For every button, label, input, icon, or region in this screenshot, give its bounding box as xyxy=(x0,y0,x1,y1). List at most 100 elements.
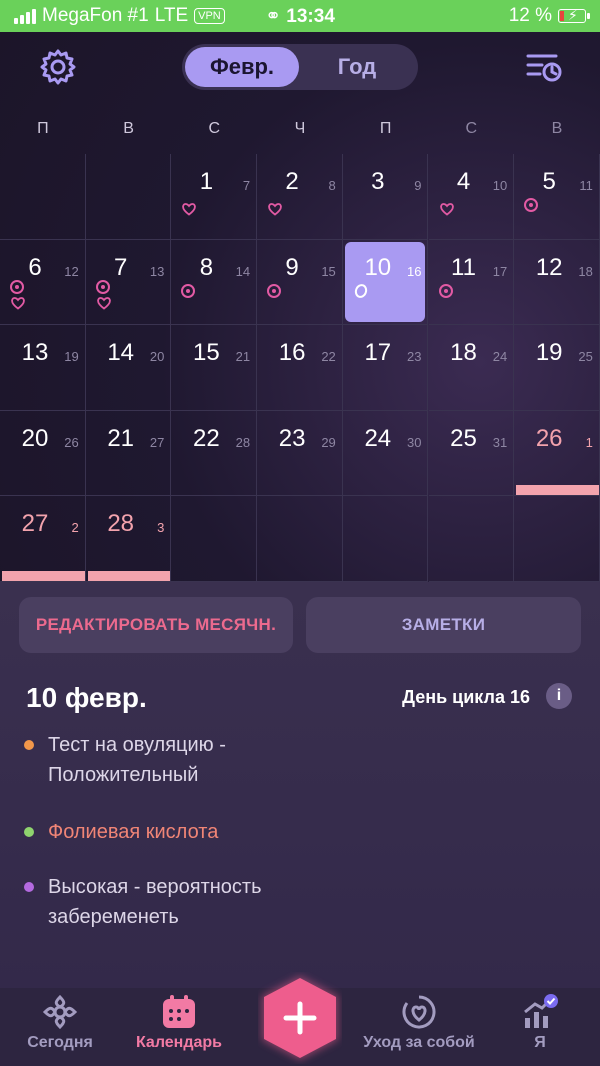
day-cell-12[interactable]: 12 18 xyxy=(514,239,600,326)
day-cell-28[interactable]: 28 3 xyxy=(85,496,172,582)
cycle-day-number: 18 xyxy=(578,263,593,279)
settings-gear-icon[interactable] xyxy=(38,47,78,87)
day-cell-4[interactable]: 4 10 xyxy=(428,154,515,240)
day-cell-15[interactable]: 15 21 xyxy=(171,325,258,411)
cycle-day-number: 23 xyxy=(407,349,422,365)
note-text: Высокая - вероятность забеременеть xyxy=(48,876,262,928)
status-bar: MegaFon #1 LTE VPN ⚭ 13:34 12 % ⚡ xyxy=(0,0,600,32)
ovulation-icon xyxy=(267,283,282,298)
weekday-tue: В xyxy=(123,120,134,137)
cycle-day-number: 10 xyxy=(492,178,508,193)
empty-cell xyxy=(0,154,86,240)
day-number: 4 xyxy=(456,168,471,195)
day-cell-18[interactable]: 18 24 xyxy=(428,325,515,411)
history-list-icon[interactable] xyxy=(526,50,562,84)
day-cell-19[interactable]: 19 25 xyxy=(514,325,600,411)
empty-cell xyxy=(514,496,600,582)
day-cell-11[interactable]: 11 17 xyxy=(428,239,515,326)
day-markers xyxy=(10,279,26,310)
cycle-day-number: 29 xyxy=(321,434,336,450)
day-cell-13[interactable]: 13 19 xyxy=(0,325,86,411)
heart-icon xyxy=(11,296,25,310)
day-cell-6[interactable]: 6 12 xyxy=(0,239,86,326)
cycle-day-number: 9 xyxy=(414,178,422,193)
selected-date: 10 февр. xyxy=(26,682,147,713)
day-markers xyxy=(267,283,282,298)
cycle-day-number: 22 xyxy=(321,349,336,365)
heart-icon xyxy=(439,203,454,216)
tab-today[interactable]: Сегодня xyxy=(18,994,102,1052)
day-number: 20 xyxy=(21,424,49,452)
note-text: Фолиевая кислота xyxy=(48,821,219,843)
note-text: Тест на овуляцию - Положительный xyxy=(48,734,226,786)
tab-calendar-label: Календарь xyxy=(135,1034,223,1051)
day-cell-2[interactable]: 28 xyxy=(257,154,343,240)
tab-me[interactable]: Я xyxy=(500,994,580,1052)
day-cell-9[interactable]: 9 15 xyxy=(257,239,343,326)
day-markers xyxy=(181,202,197,216)
day-cell-27[interactable]: 27 2 xyxy=(0,496,86,582)
cycle-day-number: 12 xyxy=(64,263,79,279)
day-cell-8[interactable]: 8 14 xyxy=(171,239,258,326)
weekday-header: П В С Ч П С В xyxy=(0,120,600,138)
day-cell-26[interactable]: 26 1 xyxy=(514,410,600,497)
day-cell-5[interactable]: 5 11 xyxy=(514,154,600,240)
day-number: 5 xyxy=(542,168,556,195)
cycle-day-number: 27 xyxy=(149,434,165,450)
day-markers xyxy=(524,198,539,212)
day-cell-1[interactable]: 17 xyxy=(171,154,258,240)
day-cell-23[interactable]: 23 29 xyxy=(257,410,343,497)
day-cell-7[interactable]: 7 13 xyxy=(85,239,172,326)
weekday-sun: В xyxy=(551,120,563,137)
weekday-sat: С xyxy=(465,120,478,137)
tab-month[interactable]: Февр. xyxy=(185,47,299,87)
note-dot-orange xyxy=(24,740,34,750)
cycle-day-number: 1 xyxy=(585,434,593,450)
day-number: 24 xyxy=(364,424,392,452)
link-icon: ⚭ xyxy=(265,5,282,27)
cycle-day-number: 30 xyxy=(407,434,422,450)
cycle-day-number: 26 xyxy=(64,434,79,450)
info-icon[interactable]: i xyxy=(546,683,572,709)
cycle-day-number: 28 xyxy=(235,434,251,450)
ovulation-icon xyxy=(524,198,539,212)
notes-button[interactable]: ЗАМЕТКИ xyxy=(306,597,581,653)
day-cell-16[interactable]: 16 22 xyxy=(257,325,343,411)
day-cell-21[interactable]: 21 27 xyxy=(85,410,172,497)
day-cell-10[interactable]: 10 16 xyxy=(342,239,429,326)
day-cell-25[interactable]: 25 31 xyxy=(428,410,515,497)
empty-cell xyxy=(428,496,515,582)
signal-icon xyxy=(14,8,36,24)
tab-self-care[interactable]: Уход за собой xyxy=(356,994,482,1052)
cycle-day-number: 15 xyxy=(321,263,336,279)
heart-icon xyxy=(268,203,282,216)
weekday-wed: С xyxy=(208,120,220,137)
day-number: 14 xyxy=(107,339,135,367)
day-markers xyxy=(95,279,112,310)
day-markers xyxy=(267,202,283,216)
edit-period-button[interactable]: РЕДАКТИРОВАТЬ МЕСЯЧН. xyxy=(19,597,293,653)
network-type: LTE xyxy=(154,5,189,26)
cycle-day-number: 24 xyxy=(492,349,508,365)
day-cell-22[interactable]: 22 28 xyxy=(171,410,258,497)
day-number: 28 xyxy=(107,510,135,538)
cycle-day-number: 16 xyxy=(407,263,422,279)
day-cell-3[interactable]: 39 xyxy=(342,154,429,240)
cycle-day-number: 11 xyxy=(579,178,593,193)
day-markers xyxy=(439,202,455,216)
day-cell-20[interactable]: 20 26 xyxy=(0,410,86,497)
cycle-day-number: 20 xyxy=(149,349,165,365)
tab-year[interactable]: Год xyxy=(300,47,414,87)
cycle-day-label: День цикла 16 xyxy=(402,687,530,707)
day-cell-24[interactable]: 24 30 xyxy=(342,410,429,497)
day-cell-14[interactable]: 14 20 xyxy=(85,325,172,411)
day-markers xyxy=(181,283,196,298)
day-cell-17[interactable]: 17 23 xyxy=(342,325,429,411)
cycle-day-number: 3 xyxy=(157,520,165,536)
tab-care-label: Уход за собой xyxy=(363,1034,475,1051)
add-entry-button[interactable] xyxy=(258,972,342,1064)
period-bar xyxy=(2,570,85,581)
tab-calendar[interactable]: Календарь xyxy=(126,994,232,1052)
cycle-day-number: 17 xyxy=(492,263,508,279)
empty-cell xyxy=(85,154,172,240)
